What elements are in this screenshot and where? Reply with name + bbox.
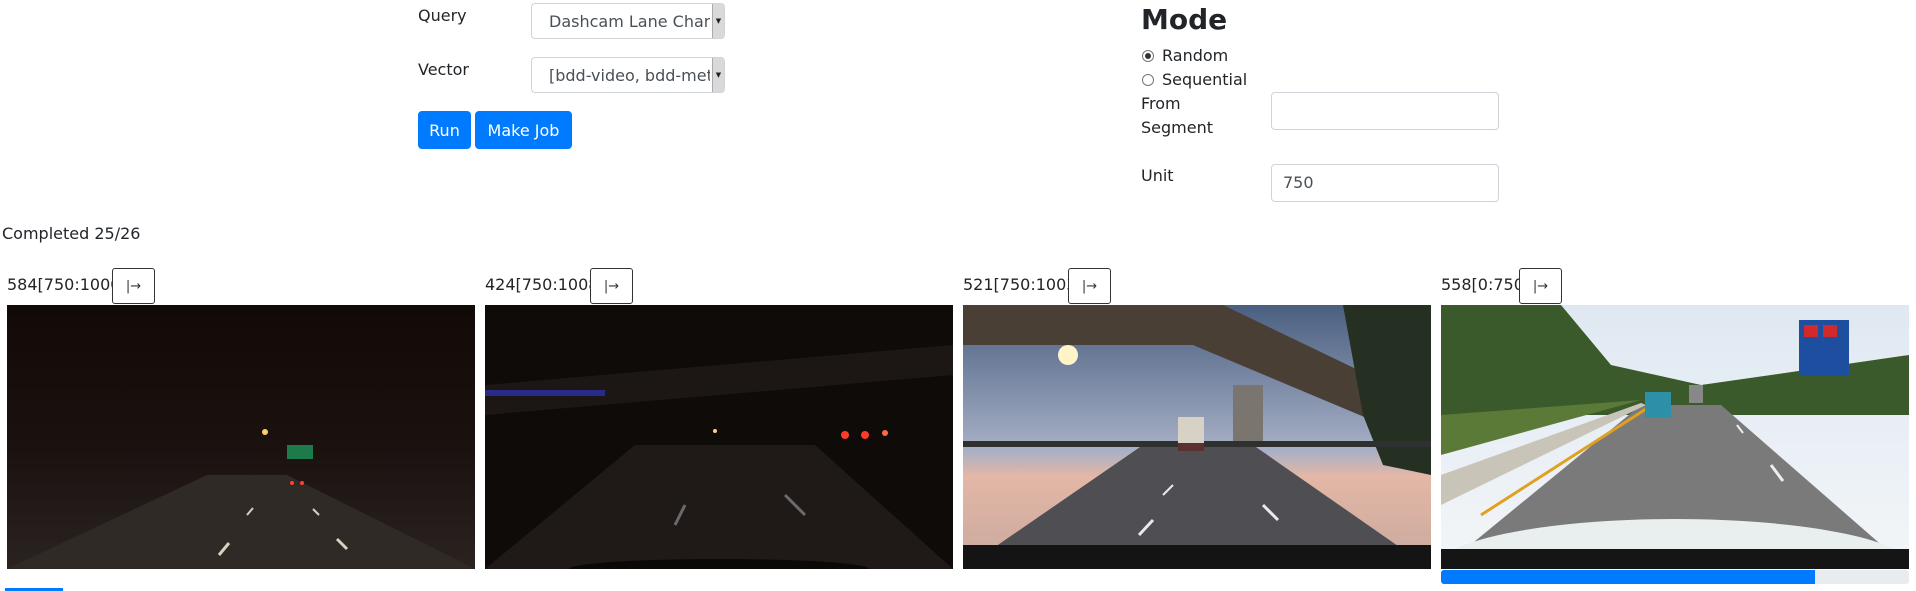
night-highway-frame — [7, 305, 475, 569]
jump-to-end-icon: |→ — [1532, 278, 1549, 294]
clip-title: 521[750:1003] — [963, 275, 1083, 294]
jump-to-end-button[interactable]: |→ — [112, 268, 155, 304]
mode-sequential-label[interactable]: Sequential — [1162, 70, 1247, 90]
from-segment-label-line2: Segment — [1141, 118, 1213, 137]
query-label: Query — [418, 6, 467, 25]
clip-progress-fill — [1441, 570, 1816, 584]
jump-to-end-button[interactable]: |→ — [590, 268, 633, 304]
clip-title: 558[0:750] — [1441, 275, 1531, 294]
from-segment-input[interactable] — [1271, 92, 1499, 130]
clip-title: 424[750:1008] — [485, 275, 605, 294]
from-segment-label: From Segment — [1141, 94, 1213, 138]
run-button[interactable]: Run — [418, 111, 471, 149]
from-segment-label-line1: From — [1141, 94, 1181, 113]
clip-progress-bar — [1441, 570, 1909, 584]
jump-to-end-icon: |→ — [603, 278, 620, 294]
completed-status: Completed 25/26 — [2, 224, 141, 243]
query-select-value: Dashcam Lane Change — [549, 12, 710, 31]
jump-to-end-button[interactable]: |→ — [1068, 268, 1111, 304]
jump-to-end-icon: |→ — [125, 278, 142, 294]
vector-label: Vector — [418, 60, 469, 79]
unit-value: 750 — [1283, 173, 1314, 192]
mode-random-label[interactable]: Random — [1162, 46, 1228, 66]
make-job-button[interactable]: Make Job — [475, 111, 572, 149]
vector-select[interactable]: [bdd-video, bdd-metadata] ▼ — [531, 57, 725, 93]
mode-title: Mode — [1141, 3, 1228, 36]
video-frame[interactable] — [485, 305, 953, 569]
dusk-overpass-frame — [963, 305, 1431, 569]
unit-label: Unit — [1141, 166, 1174, 185]
vector-select-value: [bdd-video, bdd-metadata] — [549, 66, 710, 85]
mode-random-radio[interactable] — [1142, 50, 1154, 62]
chevron-down-icon: ▼ — [712, 58, 724, 92]
day-highway-frame — [1441, 305, 1909, 569]
jump-to-end-button[interactable]: |→ — [1519, 268, 1562, 304]
chevron-down-icon: ▼ — [712, 4, 724, 38]
jump-to-end-icon: |→ — [1081, 278, 1098, 294]
video-frame[interactable] — [963, 305, 1431, 569]
unit-input[interactable]: 750 — [1271, 164, 1499, 202]
mode-sequential-radio[interactable] — [1142, 74, 1154, 86]
night-rain-underpass-frame — [485, 305, 953, 569]
video-frame[interactable] — [7, 305, 475, 569]
video-frame[interactable] — [1441, 305, 1909, 569]
query-select[interactable]: Dashcam Lane Change ▼ — [531, 3, 725, 39]
clip-title: 584[750:1000] — [7, 275, 127, 294]
